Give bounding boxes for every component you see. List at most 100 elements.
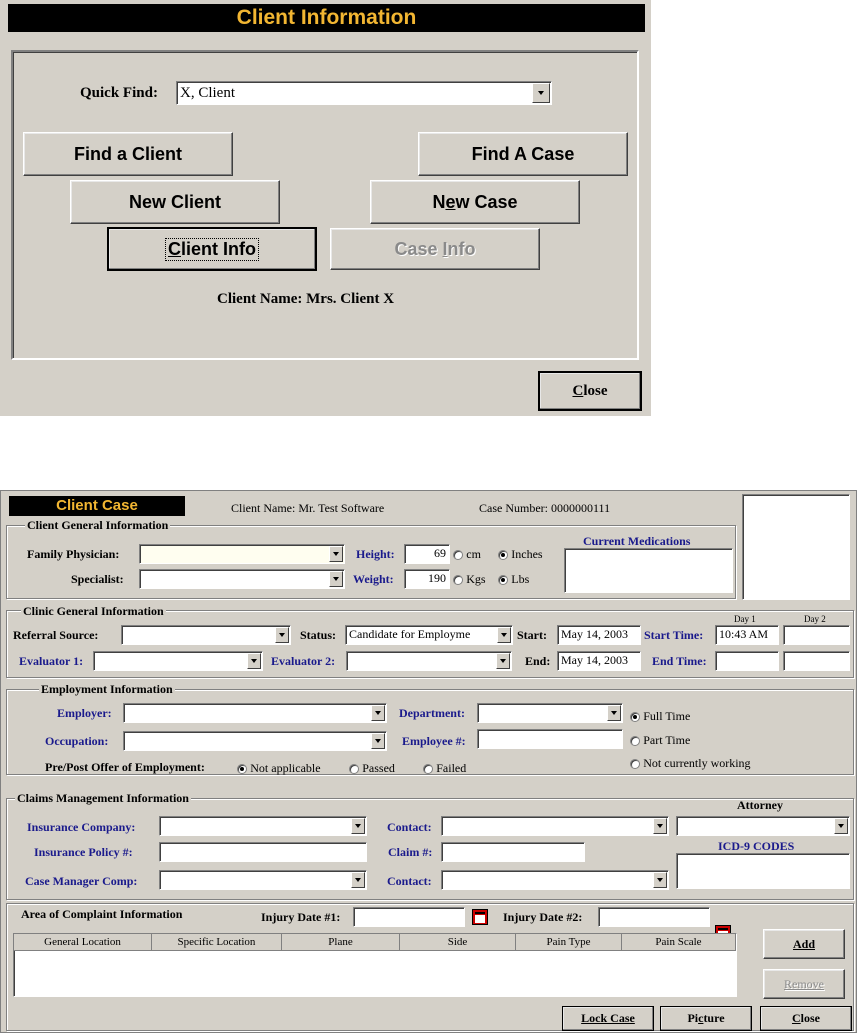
- quick-find-combobox[interactable]: X, Client: [176, 81, 552, 105]
- close-label: Close: [572, 382, 608, 399]
- chevron-down-icon[interactable]: [653, 818, 667, 834]
- injury-date1-input[interactable]: [353, 907, 465, 927]
- case-info-button[interactable]: Case Info: [330, 228, 540, 270]
- evaluator2-combobox[interactable]: [346, 651, 512, 671]
- chevron-down-icon[interactable]: [497, 627, 511, 643]
- end-date-input[interactable]: May 14, 2003: [557, 651, 641, 671]
- case-manager-combobox[interactable]: [159, 870, 367, 890]
- employee-number-input[interactable]: [477, 729, 623, 749]
- insurance-policy-input[interactable]: [159, 842, 367, 862]
- start-date-input[interactable]: May 14, 2003: [557, 625, 641, 645]
- status-label: Status:: [300, 628, 337, 642]
- passed-radio[interactable]: Passed: [349, 760, 395, 776]
- day1-label: Day 1: [734, 614, 756, 624]
- calendar-icon[interactable]: [472, 909, 488, 925]
- column-header[interactable]: General Location: [14, 934, 152, 951]
- department-combobox[interactable]: [477, 703, 623, 723]
- end-time-day2-input[interactable]: [783, 651, 850, 671]
- new-case-button[interactable]: New Case: [370, 180, 580, 224]
- height-cm-radio[interactable]: cm: [453, 546, 481, 562]
- chevron-down-icon[interactable]: [351, 872, 365, 888]
- chevron-down-icon[interactable]: [371, 705, 385, 721]
- not-applicable-radio[interactable]: Not applicable: [237, 760, 321, 776]
- chevron-down-icon[interactable]: [247, 653, 261, 669]
- weight-input[interactable]: 190: [404, 569, 450, 589]
- chevron-down-icon[interactable]: [275, 627, 289, 643]
- contact2-label: Contact:: [387, 874, 432, 888]
- specialist-combobox[interactable]: [139, 569, 345, 589]
- icd9-box[interactable]: [676, 853, 850, 889]
- case-info-label: Case Info: [394, 238, 476, 259]
- chevron-down-icon[interactable]: [653, 872, 667, 888]
- end-time-day1-input[interactable]: [715, 651, 779, 671]
- claim-number-input[interactable]: [441, 842, 585, 862]
- client-info-label: Client Info: [165, 237, 259, 261]
- remove-label: Remove: [784, 976, 824, 991]
- part-time-radio[interactable]: Part Time: [630, 732, 690, 748]
- client-general-title: Client General Information: [25, 518, 171, 533]
- chevron-down-icon[interactable]: [834, 818, 848, 834]
- height-inches-radio[interactable]: Inches: [498, 546, 543, 562]
- weight-kgs-radio[interactable]: Kgs: [453, 571, 486, 587]
- column-header[interactable]: Specific Location: [152, 934, 282, 951]
- attorney-combobox[interactable]: [676, 816, 850, 836]
- case-close-button[interactable]: Close: [760, 1006, 852, 1031]
- add-button[interactable]: Add: [763, 929, 845, 959]
- close-button[interactable]: Close: [538, 371, 642, 411]
- insurance-company-label: Insurance Company:: [27, 820, 136, 834]
- failed-radio[interactable]: Failed: [423, 760, 466, 776]
- complaint-table[interactable]: General Location Specific Location Plane…: [13, 933, 737, 997]
- column-header[interactable]: Pain Scale: [622, 934, 736, 951]
- claims-title: Claims Management Information: [15, 791, 191, 806]
- employee-number-label: Employee #:: [402, 734, 466, 748]
- weight-lbs-radio[interactable]: Lbs: [498, 571, 529, 587]
- contact2-combobox[interactable]: [441, 870, 669, 890]
- family-physician-combobox[interactable]: [139, 544, 345, 564]
- complaint-title: Area of Complaint Information: [19, 907, 185, 922]
- chevron-down-icon[interactable]: [496, 653, 510, 669]
- employment-title: Employment Information: [39, 682, 175, 697]
- find-case-button[interactable]: Find A Case: [418, 132, 628, 176]
- start-label: Start:: [517, 628, 547, 642]
- weight-label: Weight:: [353, 572, 394, 586]
- evaluator1-combobox[interactable]: [93, 651, 263, 671]
- column-header[interactable]: Side: [400, 934, 516, 951]
- start-time-day1-input[interactable]: 10:43 AM: [715, 625, 779, 645]
- end-label: End:: [525, 654, 551, 668]
- find-client-label: Find a Client: [74, 143, 182, 164]
- start-time-day2-input[interactable]: [783, 625, 850, 645]
- column-header[interactable]: Plane: [282, 934, 400, 951]
- injury-date2-input[interactable]: [598, 907, 710, 927]
- chevron-down-icon[interactable]: [607, 705, 621, 721]
- current-medications-box[interactable]: [564, 548, 733, 593]
- status-combobox[interactable]: Candidate for Employme: [345, 625, 513, 645]
- chevron-down-icon[interactable]: [351, 818, 365, 834]
- client-info-button[interactable]: Client Info: [107, 227, 317, 271]
- new-client-button[interactable]: New Client: [70, 180, 280, 224]
- chevron-down-icon[interactable]: [371, 733, 385, 749]
- not-working-radio[interactable]: Not currently working: [630, 755, 751, 771]
- specialist-label: Specialist:: [71, 572, 124, 586]
- height-input[interactable]: 69: [404, 544, 450, 564]
- chevron-down-icon[interactable]: [532, 83, 550, 103]
- employer-label: Employer:: [57, 706, 112, 720]
- referral-source-combobox[interactable]: [121, 625, 291, 645]
- insurance-company-combobox[interactable]: [159, 816, 367, 836]
- full-time-radio[interactable]: Full Time: [630, 708, 690, 724]
- referral-source-label: Referral Source:: [13, 628, 99, 642]
- column-header[interactable]: Pain Type: [516, 934, 622, 951]
- claim-number-label: Claim #:: [388, 845, 433, 859]
- remove-button[interactable]: Remove: [763, 969, 845, 999]
- lock-case-button[interactable]: Lock Case: [562, 1006, 654, 1031]
- chevron-down-icon[interactable]: [329, 546, 343, 562]
- case-close-label: Close: [791, 1011, 820, 1025]
- height-label: Height:: [356, 547, 395, 561]
- icd9-label: ICD-9 CODES: [718, 839, 795, 853]
- client-information-window: Client Information Quick Find: X, Client…: [0, 0, 651, 416]
- occupation-combobox[interactable]: [123, 731, 387, 751]
- employer-combobox[interactable]: [123, 703, 387, 723]
- picture-button[interactable]: Picture: [660, 1006, 752, 1031]
- chevron-down-icon[interactable]: [329, 571, 343, 587]
- contact-combobox[interactable]: [441, 816, 669, 836]
- find-client-button[interactable]: Find a Client: [23, 132, 233, 176]
